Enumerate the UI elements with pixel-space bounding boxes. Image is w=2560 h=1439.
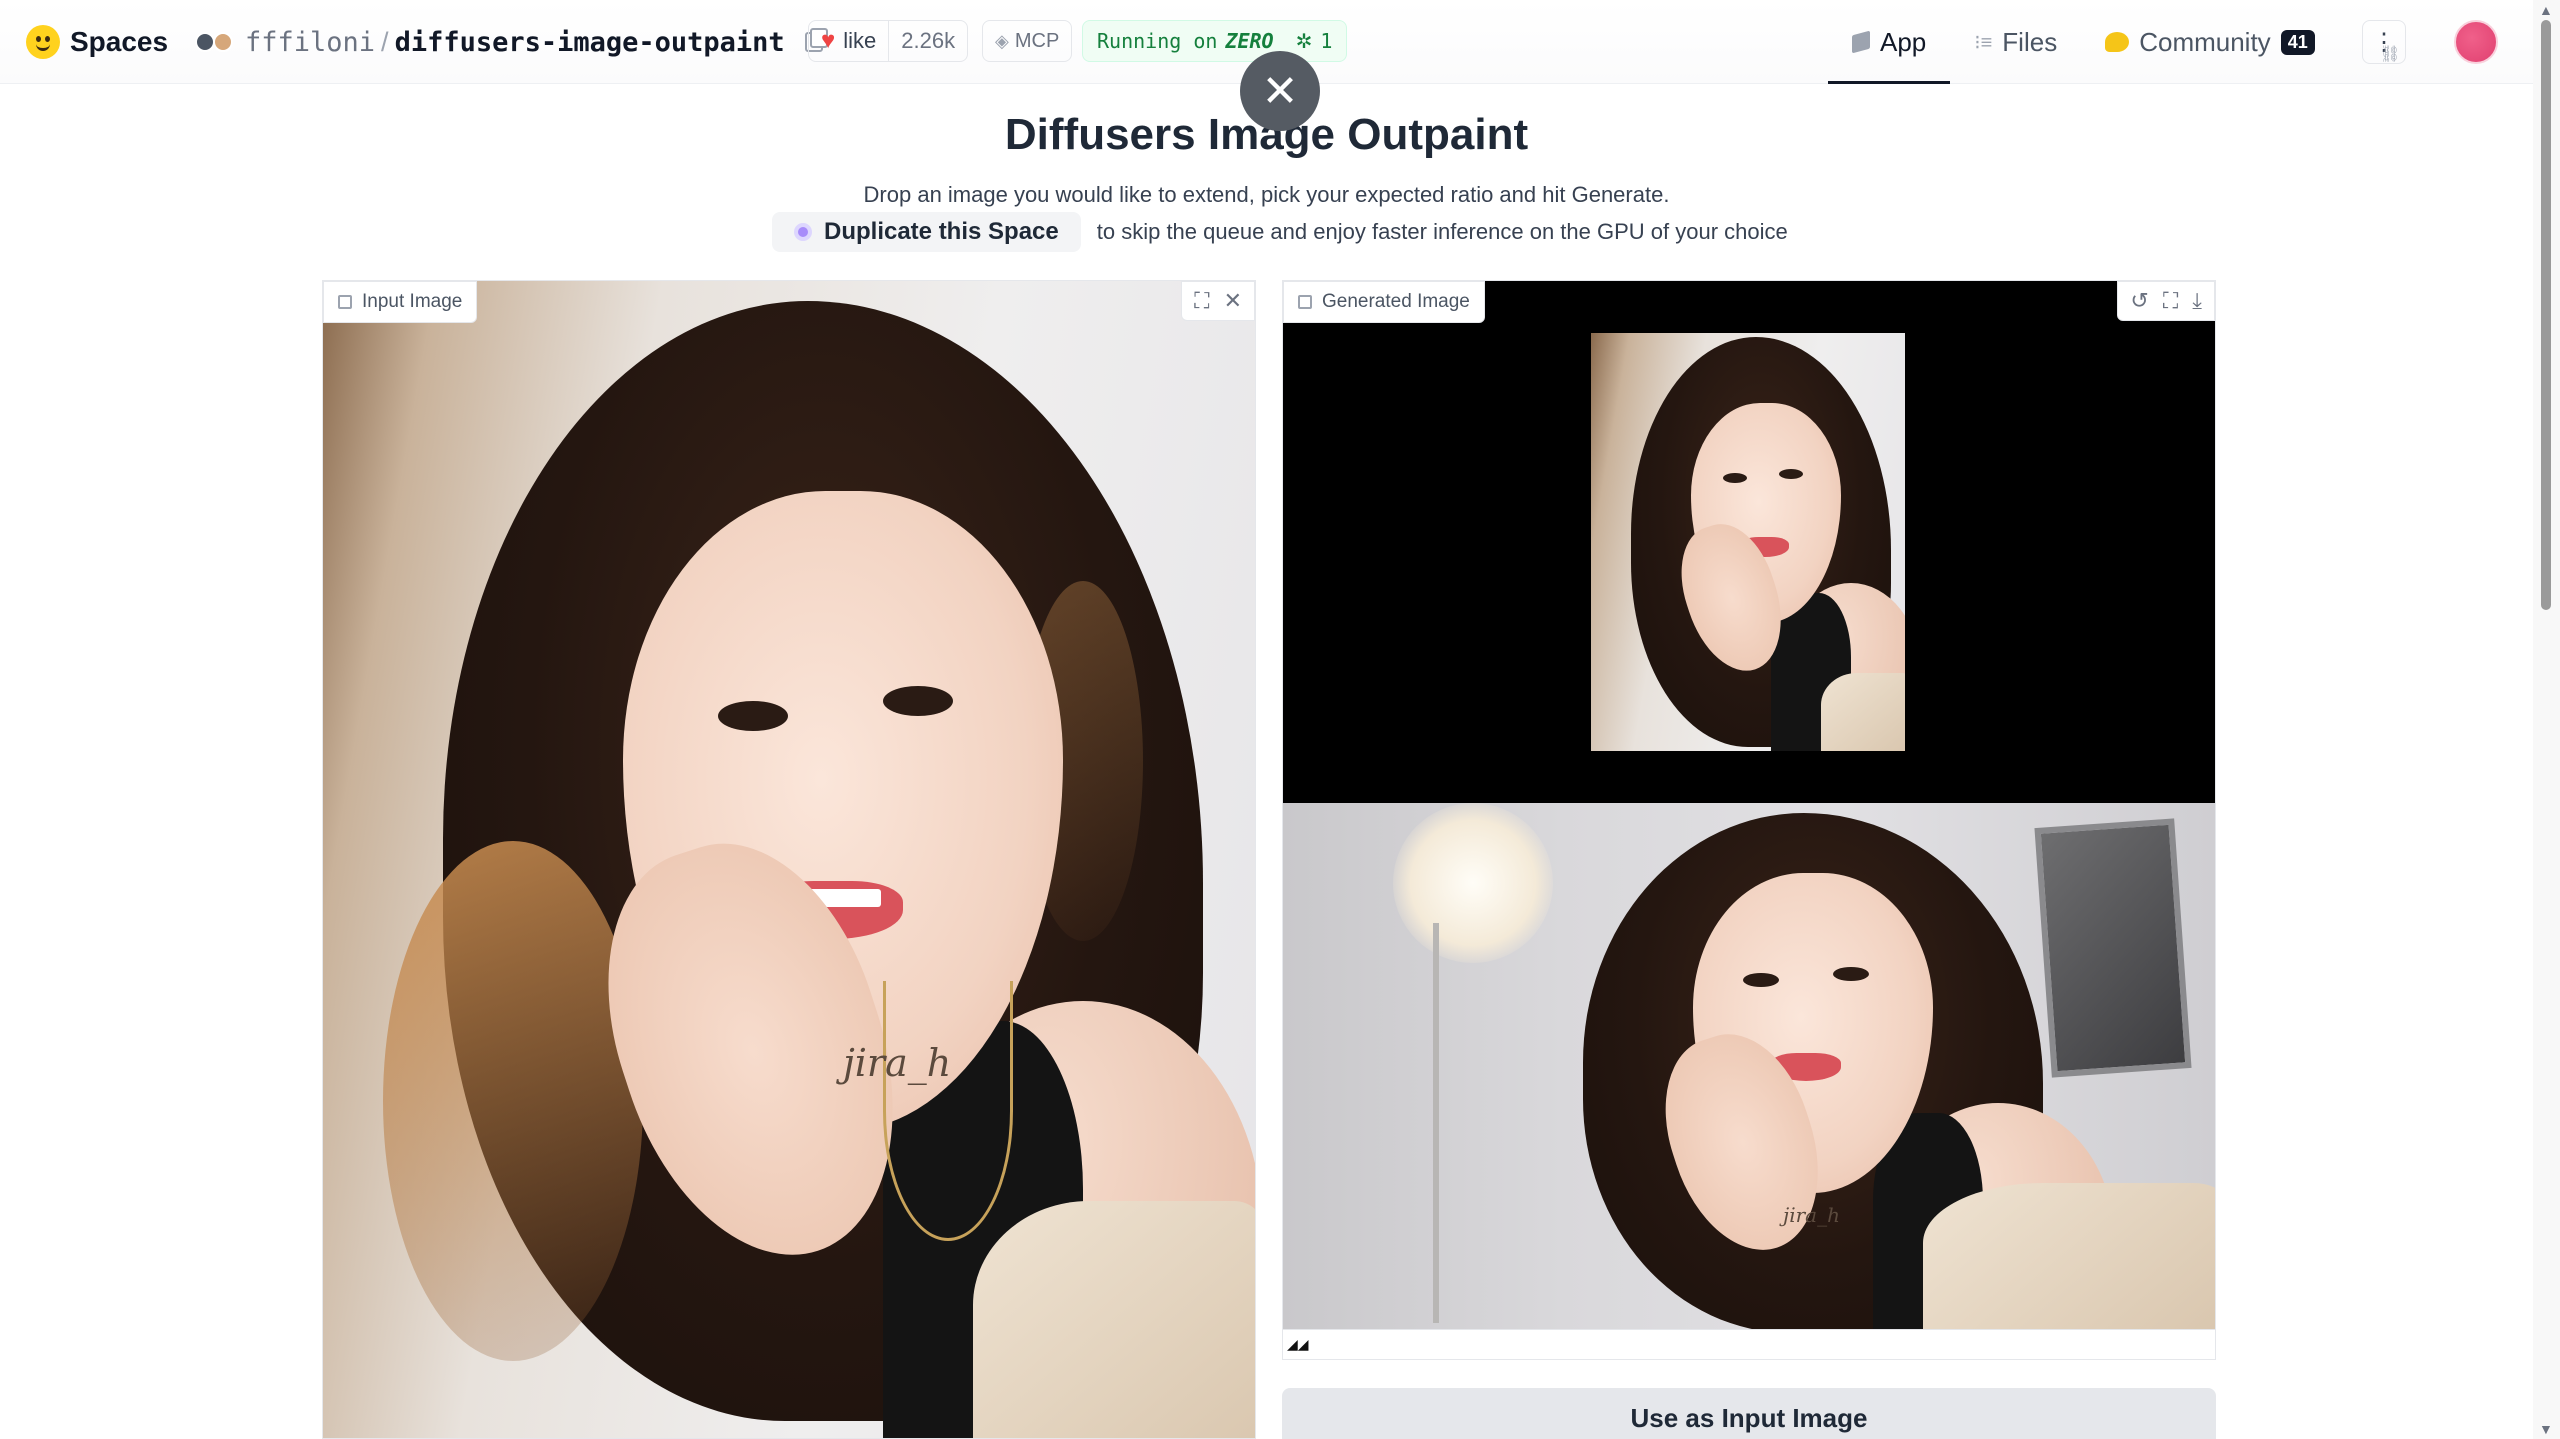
scroll-up-icon[interactable]: ▲: [2539, 2, 2553, 18]
input-image-watermark: jira_h: [843, 1041, 952, 1085]
heart-icon: ♥: [821, 27, 836, 54]
duplicate-space-description: to skip the queue and enjoy faster infer…: [1096, 219, 1788, 244]
generated-image-watermark: jira_h: [1783, 1203, 1840, 1227]
outpaint-preview-area: [1283, 281, 2215, 803]
page-scrollbar[interactable]: ▲ ▼: [2533, 0, 2560, 1439]
user-avatar[interactable]: [2454, 20, 2498, 64]
duplicate-space-label: Duplicate this Space: [824, 218, 1059, 245]
use-as-input-button[interactable]: Use as Input Image: [1282, 1388, 2216, 1439]
fullscreen-icon[interactable]: ⛶: [1194, 288, 1209, 314]
fullscreen-icon[interactable]: ⛶: [2163, 288, 2178, 314]
duplicate-space-button[interactable]: Duplicate this Space: [772, 212, 1081, 252]
hugging-face-logo-icon: [26, 25, 60, 59]
tab-files-label: Files: [2002, 26, 2058, 57]
overlay-close-button[interactable]: ✕: [1240, 51, 1320, 131]
page-subtitle: Drop an image you would like to extend, …: [863, 182, 1670, 207]
breadcrumb-separator: /: [381, 26, 389, 57]
download-icon[interactable]: ⤓: [2192, 288, 2202, 314]
outpainted-result-image: jira_h: [1283, 803, 2215, 1329]
community-count-badge: 41: [2280, 29, 2315, 55]
like-group: ♥ like 2.26k: [808, 20, 969, 62]
image-icon: [338, 295, 352, 309]
owner-avatar-icon: [195, 32, 215, 52]
generated-image-toolbar: ↺ ⛶ ⤓: [2117, 281, 2215, 321]
link-icon: ⛓: [2380, 46, 2401, 63]
spaces-brand-link[interactable]: Spaces: [26, 22, 168, 62]
close-icon: ✕: [1261, 66, 1299, 116]
brand-name: Spaces: [70, 26, 169, 57]
space-tabs: App ⁝≡ Files Community 41: [1828, 0, 2339, 84]
input-image-panel[interactable]: Input Image ⛶ ✕ jira_h: [322, 280, 1256, 1439]
community-icon: [2105, 32, 2130, 52]
clear-image-icon[interactable]: ✕: [1224, 288, 1242, 314]
like-button[interactable]: ♥ like: [809, 21, 888, 61]
replicas-icon: ✲: [1295, 30, 1313, 53]
original-thumbnail-image: [1591, 333, 1905, 751]
tab-community[interactable]: Community 41: [2081, 0, 2339, 84]
status-prefix: Running on: [1097, 29, 1218, 53]
repo-name-link[interactable]: diffusers-image-outpaint: [395, 27, 785, 58]
duplicate-space-line: Duplicate this Space to skip the queue a…: [772, 212, 1788, 252]
repo-owner-link[interactable]: fffiloni: [245, 27, 375, 58]
input-image-toolbar: ⛶ ✕: [1181, 281, 1255, 321]
runtime-status-badge[interactable]: Running on ZERO ✲ 1: [1082, 20, 1348, 62]
input-portrait-image: jira_h: [323, 281, 1255, 1438]
tab-files[interactable]: ⁝≡ Files: [1950, 0, 2081, 84]
replicas-count: 1: [1320, 29, 1333, 53]
owner-avatar-icon-secondary: [213, 32, 233, 52]
mcp-icon: ◈: [995, 30, 1009, 51]
tab-community-label: Community: [2139, 26, 2271, 57]
files-icon: ⁝≡: [1974, 31, 1993, 54]
tab-app-label: App: [1880, 26, 1927, 57]
input-image-label: Input Image: [323, 281, 478, 323]
image-icon: [1298, 295, 1312, 309]
mcp-button[interactable]: ◈ MCP: [982, 20, 1073, 62]
scrollbar-thumb[interactable]: [2541, 20, 2551, 610]
hardware-name: ZERO: [1225, 29, 1274, 53]
like-label: like: [843, 28, 877, 53]
tab-app[interactable]: App: [1828, 0, 1951, 84]
input-image-label-text: Input Image: [362, 291, 463, 312]
app-icon: [1852, 30, 1870, 54]
slider-handle-icon[interactable]: ◢◢: [1283, 1329, 2215, 1359]
scroll-down-icon[interactable]: ▼: [2539, 1421, 2553, 1437]
generated-image-panel[interactable]: Generated Image ↺ ⛶ ⤓ jira_h ◢◢: [1282, 280, 2216, 1360]
duplicate-icon: [794, 223, 812, 241]
generated-image-label: Generated Image: [1283, 281, 1485, 323]
repo-breadcrumb: fffiloni / diffusers-image-outpaint: [195, 22, 828, 62]
undo-icon[interactable]: ↺: [2130, 288, 2148, 314]
generated-image-label-text: Generated Image: [1322, 291, 1470, 312]
mcp-label: MCP: [1014, 29, 1060, 52]
like-count[interactable]: 2.26k: [888, 21, 967, 61]
